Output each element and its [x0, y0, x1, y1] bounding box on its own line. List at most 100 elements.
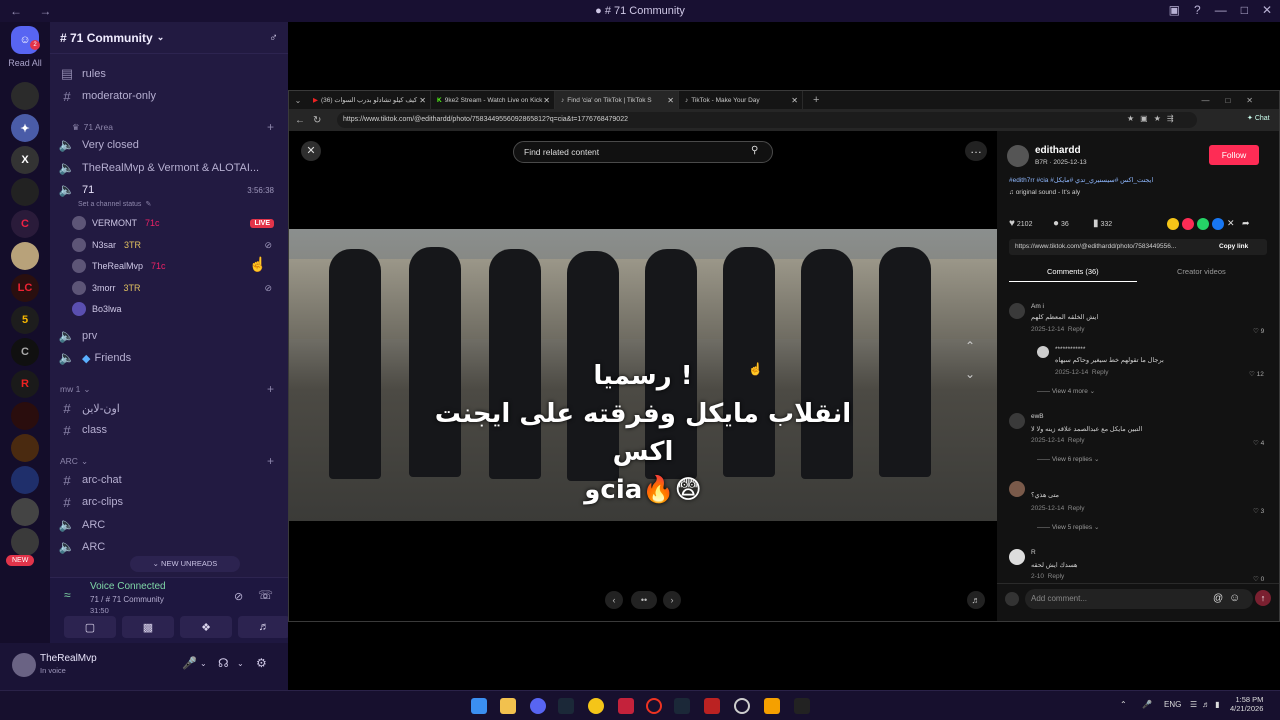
view-replies[interactable]: —— View 5 replies ⌄ — [1037, 523, 1099, 531]
start-icon[interactable] — [471, 698, 487, 714]
server-icon[interactable] — [11, 528, 39, 556]
disconnect-icon[interactable]: ☏ — [258, 588, 273, 602]
server-icon[interactable]: ✦ — [11, 114, 39, 142]
new-unreads-button[interactable]: ⌄ NEW UNREADS — [130, 556, 240, 572]
next-slide-button[interactable]: › — [663, 591, 681, 609]
settings-gear-icon[interactable]: ⚙ — [256, 656, 267, 670]
copilot-chat-button[interactable]: ✦ Chat — [1247, 114, 1270, 122]
commenter-avatar[interactable] — [1009, 481, 1025, 497]
discord-icon[interactable] — [530, 698, 546, 714]
send-comment-button[interactable]: ↑ — [1255, 590, 1271, 606]
follow-button[interactable]: Follow — [1209, 145, 1259, 165]
author-avatar[interactable] — [1007, 145, 1029, 167]
voice-arc-2[interactable]: 🔈 ARC — [58, 537, 282, 557]
channel-class[interactable]: # class — [58, 420, 282, 440]
channel-arc-chat[interactable]: # arc-chat — [58, 470, 282, 490]
show-hidden-icons[interactable]: ⌃ — [1120, 700, 1127, 709]
headphones-icon[interactable]: ☊ — [218, 656, 229, 670]
url-input[interactable]: https://www.tiktok.com/@edithardd/photo/… — [337, 112, 1197, 128]
app-icon[interactable] — [704, 698, 720, 714]
voice-channel[interactable]: 71 / # 71 Community — [90, 595, 164, 604]
channel-arabic[interactable]: # اون-لاين — [58, 398, 282, 418]
server-icon[interactable]: LC — [11, 274, 39, 302]
voice-user[interactable]: 3morr 3TR ⊘ — [72, 278, 282, 298]
server-icon[interactable] — [11, 242, 39, 270]
comment-user[interactable]: ewB — [1031, 413, 1044, 420]
maximize-button[interactable]: □ — [1241, 3, 1248, 17]
commenter-avatar[interactable] — [1009, 549, 1025, 565]
more-options-icon[interactable]: … — [965, 141, 987, 161]
add-channel-icon[interactable]: + — [267, 382, 274, 396]
language-indicator[interactable]: ENG — [1164, 700, 1181, 709]
reply-button[interactable]: Reply — [1068, 437, 1085, 444]
app-icon[interactable] — [588, 698, 604, 714]
server-icon[interactable] — [11, 434, 39, 462]
server-icon[interactable] — [11, 498, 39, 526]
signal-icon[interactable]: ≈ — [64, 588, 71, 602]
x-icon[interactable]: ✕ — [1227, 218, 1239, 230]
sound-row[interactable]: ♫ original sound - It's aly — [1009, 189, 1080, 196]
comment-likes[interactable]: ♡ 4 — [1253, 439, 1264, 447]
channel-arc-clips[interactable]: # arc-clips — [58, 492, 282, 512]
read-all-button[interactable]: Read All — [0, 58, 50, 68]
whatsapp-icon[interactable] — [1197, 218, 1209, 230]
save-count[interactable]: ▮ 332 — [1093, 218, 1112, 229]
invite-people-icon[interactable]: ♂ — [269, 30, 278, 44]
server-header[interactable]: # 71 Community ⌄ ♂ — [50, 22, 288, 54]
category-mw1[interactable]: mw 1 ⌄ + — [58, 379, 282, 399]
browser-tab[interactable]: ♪ TikTok - Make Your Day ✕ — [679, 91, 803, 109]
file-explorer-icon[interactable] — [500, 698, 516, 714]
facebook-icon[interactable] — [1212, 218, 1224, 230]
commenter-avatar[interactable] — [1009, 413, 1025, 429]
chevron-down-icon[interactable]: ⌄ — [200, 659, 207, 668]
channel-moderator-only[interactable]: # moderator-only — [58, 86, 282, 106]
comment-likes[interactable]: ♡ 9 — [1253, 327, 1264, 335]
voice-prv[interactable]: 🔈 prv — [58, 326, 282, 346]
opera-gx-icon[interactable] — [646, 698, 662, 714]
refresh-icon[interactable]: ↻ — [313, 115, 321, 126]
close-tab-icon[interactable]: ✕ — [667, 96, 674, 105]
reply-button[interactable]: Reply — [1092, 369, 1109, 376]
steam-icon[interactable] — [674, 698, 690, 714]
noise-suppression-icon[interactable]: ⊘ — [234, 590, 243, 603]
system-tray-icons[interactable]: ☰♬▮ — [1190, 700, 1225, 709]
app-icon[interactable] — [794, 698, 810, 714]
server-icon[interactable]: C — [11, 210, 39, 238]
new-tab-icon[interactable]: + — [813, 94, 819, 106]
comment-likes[interactable]: ♡ 3 — [1253, 507, 1264, 515]
comment-likes[interactable]: ♡ 12 — [1249, 370, 1264, 378]
browser-toolbar-icons[interactable]: ★▣★⇶ — [1127, 114, 1180, 123]
copy-link-button[interactable]: Copy link — [1219, 243, 1248, 250]
tab-list-icon[interactable]: ⌄ — [289, 96, 307, 105]
server-icon[interactable] — [11, 82, 39, 110]
comment-user[interactable]: Am i — [1031, 303, 1044, 310]
embed-icon[interactable] — [1167, 218, 1179, 230]
app-icon[interactable] — [618, 698, 634, 714]
close-tab-icon[interactable]: ✕ — [419, 96, 426, 105]
server-icon[interactable]: X — [11, 146, 39, 174]
close-icon[interactable]: ✕ — [301, 141, 321, 161]
previous-slide-button[interactable]: ‹ — [605, 591, 623, 609]
clock[interactable]: 1:58 PM 4/21/2026 — [1230, 695, 1263, 713]
tab-comments[interactable]: Comments (36) — [1047, 267, 1099, 276]
screen-share-button[interactable]: ▩ — [122, 616, 174, 638]
volume-icon[interactable]: ♬ — [967, 591, 985, 609]
category-71-area[interactable]: ♛ 71 Area + — [58, 117, 282, 137]
set-channel-status[interactable]: Set a channel status ✎ — [58, 194, 282, 214]
browser-tab[interactable]: ▶ كيف كيلو تشادلو بدرب السوات (36) ✕ — [307, 91, 431, 109]
comment-user[interactable]: R — [1031, 549, 1036, 556]
search-input[interactable]: Find related content — [513, 141, 773, 163]
steam-icon[interactable] — [558, 698, 574, 714]
next-video-icon[interactable]: ⌄ — [965, 367, 975, 381]
category-arc[interactable]: ARC ⌄ + — [58, 451, 282, 471]
commenter-avatar[interactable] — [1037, 346, 1049, 358]
server-icon[interactable] — [11, 466, 39, 494]
share-icon[interactable]: ➦ — [1242, 218, 1254, 230]
voice-therealmvp-vermont[interactable]: 🔈 TheRealMvp & Vermont & ALOTAI... — [58, 158, 282, 178]
search-icon[interactable]: ⚲ — [751, 145, 758, 156]
help-icon[interactable]: ? — [1194, 3, 1201, 17]
browser-tab[interactable]: K 9ke2 Stream - Watch Live on Kick ✕ — [431, 91, 555, 109]
server-icon[interactable]: C — [11, 338, 39, 366]
author-name[interactable]: edithardd — [1035, 145, 1081, 156]
activities-button[interactable]: ❖ — [180, 616, 232, 638]
